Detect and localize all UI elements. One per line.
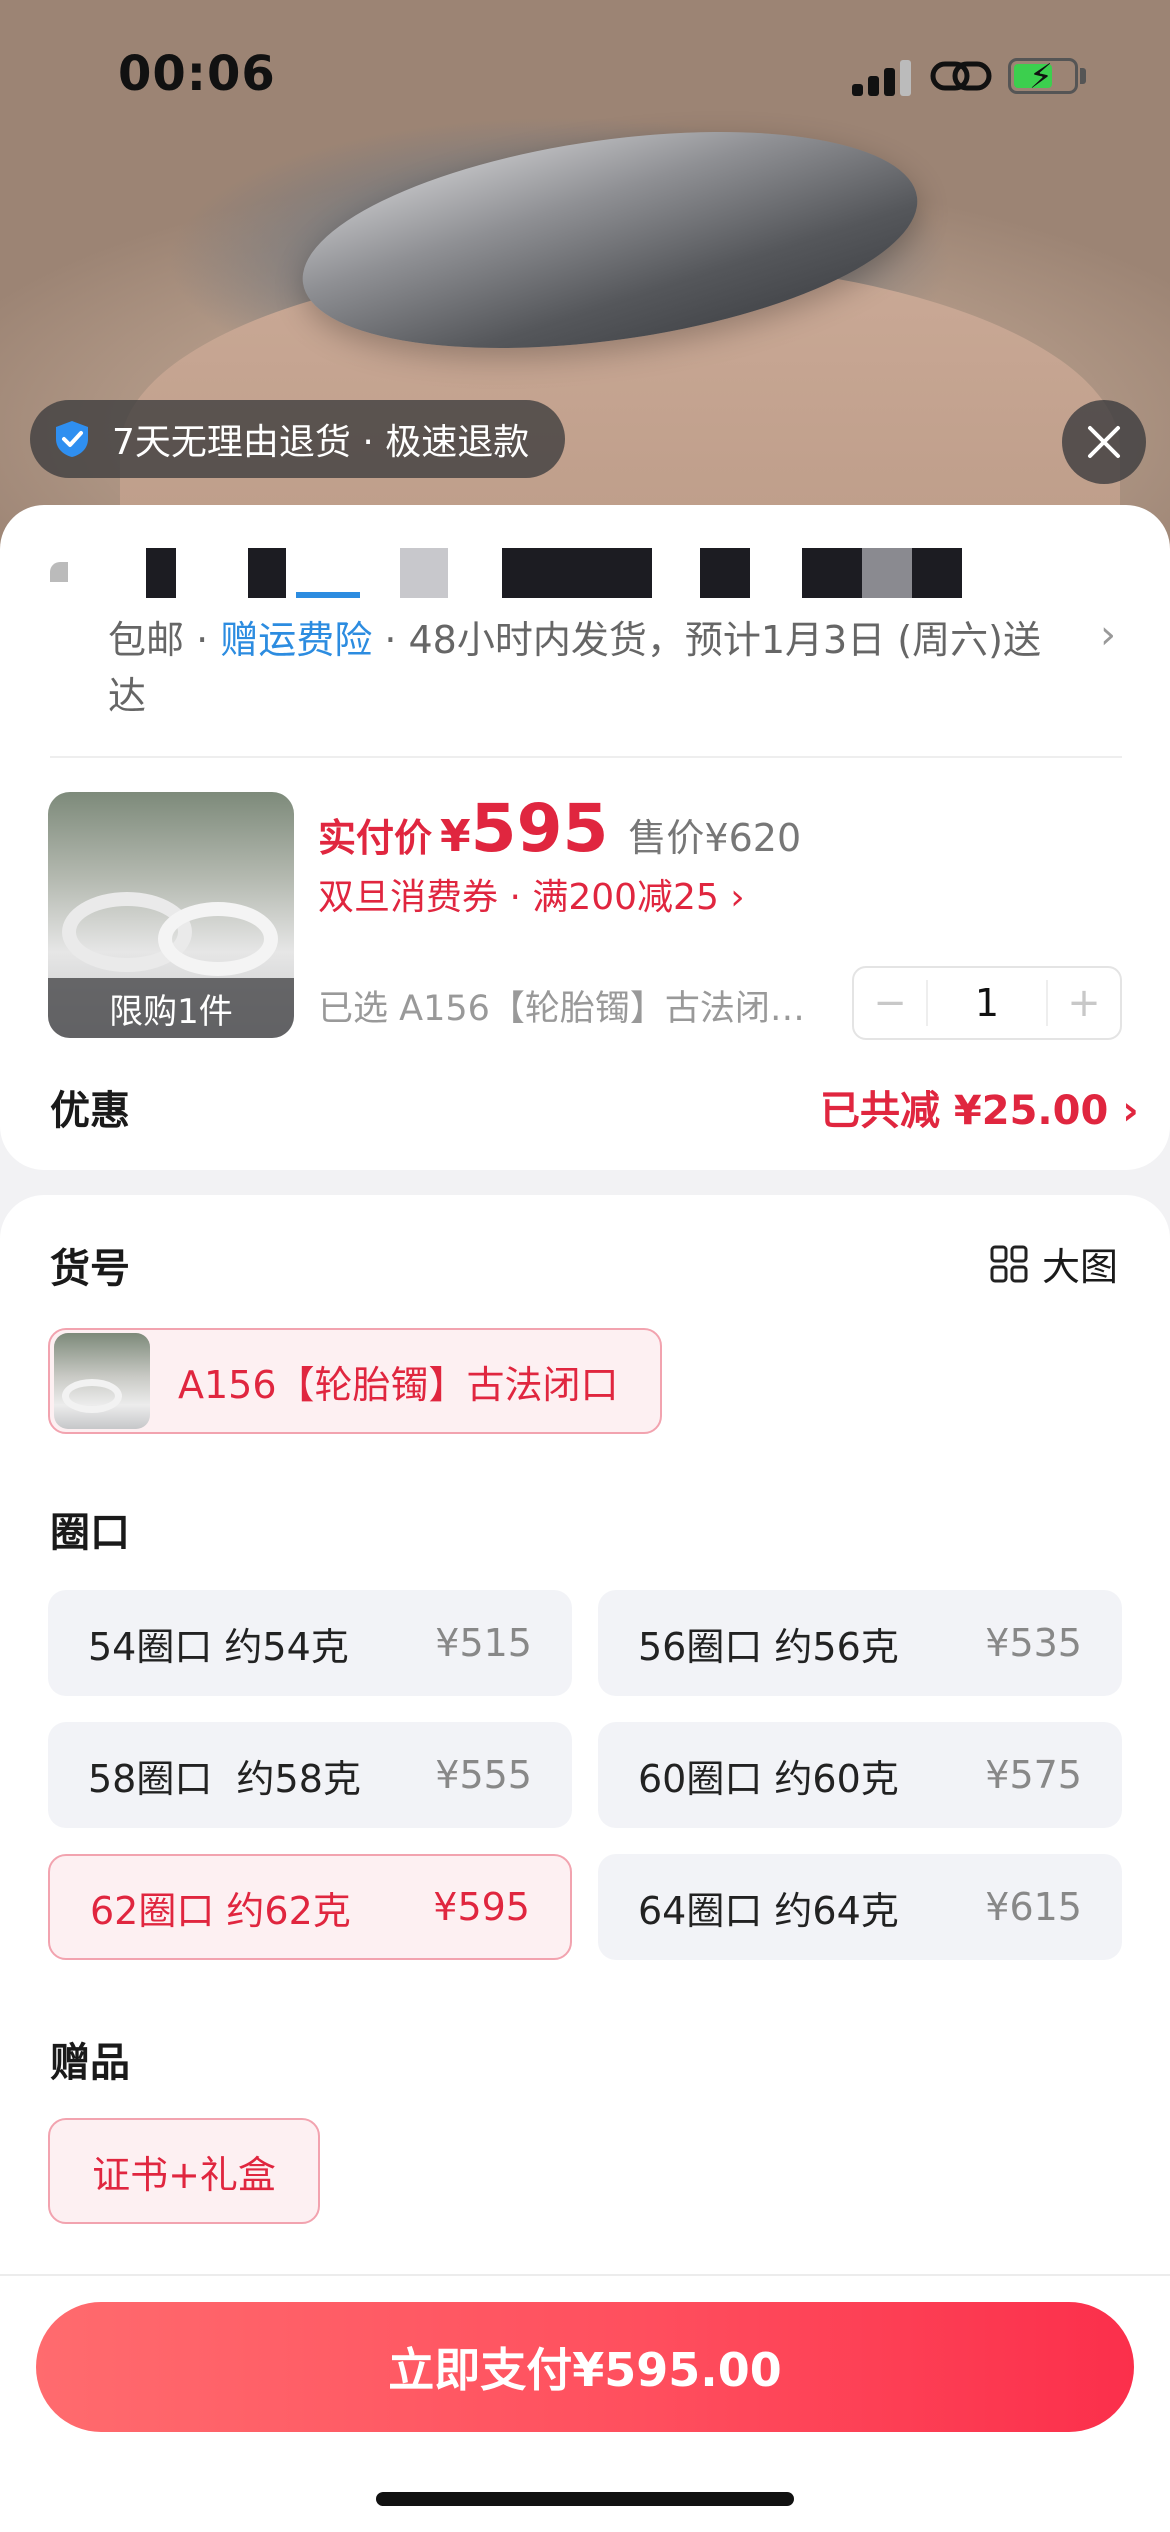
size-option-selected[interactable]: 62圈口 约62克 ¥595: [48, 1854, 572, 1960]
size-option[interactable]: 56圈口 约56克 ¥535: [598, 1590, 1122, 1696]
big-image-toggle[interactable]: 大图: [990, 1236, 1118, 1291]
pay-now-button[interactable]: 立即支付¥595.00: [36, 2302, 1134, 2432]
home-indicator: [376, 2492, 794, 2506]
size-option[interactable]: 60圈口 约60克 ¥575: [598, 1722, 1122, 1828]
price-line: 实付价 ¥ 595 售价¥620: [318, 790, 801, 867]
size-option-label: 60圈口 约60克: [638, 1756, 899, 1801]
decrease-button[interactable]: −: [854, 980, 926, 1026]
checkout-page: 00:06 ⚡ 7天无理由退货 · 极速退款 包邮 · 赠运费险 · 48小时内…: [0, 0, 1170, 2532]
personal-hotspot-icon: [930, 61, 992, 91]
selected-variant-text: 已选 A156【轮胎镯】古法闭…: [318, 989, 805, 1029]
size-option-price: ¥595: [433, 1885, 530, 1929]
size-option-label: 54圈口 约54克: [88, 1624, 349, 1669]
size-option-label: 62圈口 约62克: [90, 1888, 351, 1933]
return-policy-badge[interactable]: 7天无理由退货 · 极速退款: [30, 400, 566, 478]
size-option-label: 64圈口 约64克: [638, 1888, 899, 1933]
size-option-price: ¥555: [435, 1753, 532, 1797]
size-option-label: 56圈口 约56克: [638, 1624, 899, 1669]
status-bar: 00:06 ⚡: [0, 0, 1170, 150]
signal-icon: [852, 58, 914, 96]
size-option-price: ¥535: [985, 1621, 1082, 1665]
gift-section-title: 赠品: [50, 2040, 130, 2086]
price-currency: ¥: [440, 811, 471, 862]
status-time: 00:06: [118, 46, 276, 102]
discount-label: 优惠: [50, 1088, 130, 1134]
size-section-title: 圈口: [50, 1510, 130, 1556]
return-policy-text: 7天无理由退货 · 极速退款: [112, 422, 530, 463]
chevron-right-icon[interactable]: ›: [1100, 612, 1116, 658]
sku-thumbnail: [54, 1333, 150, 1429]
divider: [50, 756, 1122, 758]
sku-option-selected[interactable]: A156【轮胎镯】古法闭口: [48, 1328, 662, 1434]
quantity-input[interactable]: 1: [926, 980, 1048, 1026]
divider: [0, 2274, 1170, 2276]
shipping-insurance-link[interactable]: 赠运费险: [220, 618, 372, 662]
shield-check-icon: [56, 421, 88, 457]
product-thumbnail[interactable]: 限购1件: [48, 792, 294, 1038]
sku-option-label: A156【轮胎镯】古法闭口: [178, 1362, 619, 1407]
sku-section-title: 货号: [50, 1246, 130, 1292]
battery-icon: ⚡: [1008, 57, 1078, 97]
size-option-price: ¥515: [435, 1621, 532, 1665]
shipping-info[interactable]: 包邮 · 赠运费险 · 48小时内发货，预计1月3日 (周六)送达: [108, 612, 1068, 724]
final-price-value: 595: [470, 790, 609, 867]
redacted-shop-info: [50, 548, 1070, 602]
grid-icon: [990, 1245, 1028, 1282]
discount-value[interactable]: 已共减 ¥25.00 ›: [820, 1078, 1139, 1136]
free-shipping-text: 包邮 ·: [108, 618, 221, 662]
increase-button[interactable]: +: [1048, 980, 1120, 1026]
size-option-price: ¥575: [985, 1753, 1082, 1797]
close-button[interactable]: [1062, 400, 1146, 484]
size-option-label: 58圈口 约58克: [88, 1756, 361, 1801]
final-price-label: 实付价: [318, 816, 433, 860]
battery-tip: [1080, 68, 1086, 84]
size-option[interactable]: 58圈口 约58克 ¥555: [48, 1722, 572, 1828]
big-image-label: 大图: [1042, 1245, 1119, 1289]
bangle-image: [158, 902, 278, 976]
quantity-stepper: − 1 +: [852, 966, 1122, 1040]
original-price: 售价¥620: [628, 816, 802, 860]
size-option-price: ¥615: [985, 1885, 1082, 1929]
close-icon: [1088, 426, 1120, 458]
size-option[interactable]: 54圈口 约54克 ¥515: [48, 1590, 572, 1696]
coupon-link[interactable]: 双旦消费券 · 满200减25 ›: [318, 868, 745, 920]
purchase-limit-badge: 限购1件: [48, 978, 294, 1038]
gift-option-selected[interactable]: 证书+礼盒: [48, 2118, 320, 2224]
size-option[interactable]: 64圈口 约64克 ¥615: [598, 1854, 1122, 1960]
